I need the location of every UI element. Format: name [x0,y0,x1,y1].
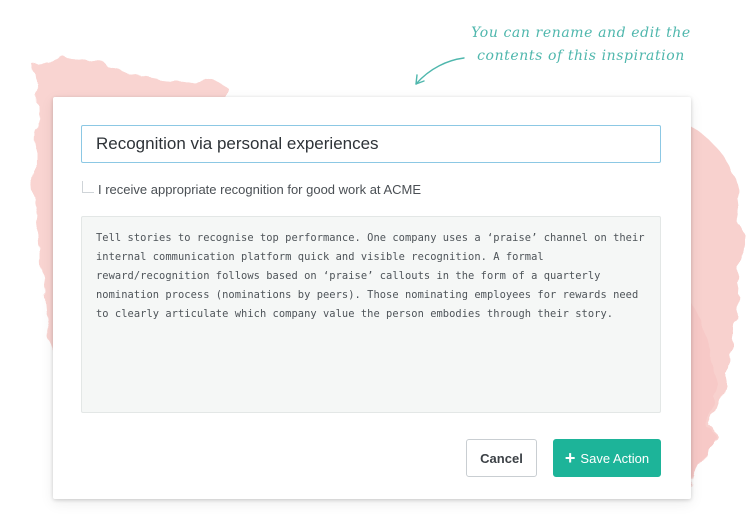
inspiration-description-textarea[interactable]: Tell stories to recognise top performanc… [81,216,661,413]
question-label: I receive appropriate recognition for go… [98,181,422,197]
cancel-button[interactable]: Cancel [466,439,537,477]
save-action-button-label: Save Action [580,450,650,466]
cancel-button-label: Cancel [480,450,523,466]
edit-inspiration-modal: I receive appropriate recognition for go… [53,97,691,499]
inspiration-title-input[interactable] [81,125,661,163]
annotation-note: You can rename and edit the contents of … [456,22,706,68]
linked-question-row: I receive appropriate recognition for go… [82,179,421,199]
annotation-arrow-icon [415,57,465,85]
annotation-line-1: You can rename and edit the [471,25,691,41]
plus-icon: + [564,448,576,468]
question-checkbox[interactable] [82,181,94,193]
annotation-line-2: contents of this inspiration [477,48,685,64]
save-action-button[interactable]: + Save Action [553,439,661,477]
